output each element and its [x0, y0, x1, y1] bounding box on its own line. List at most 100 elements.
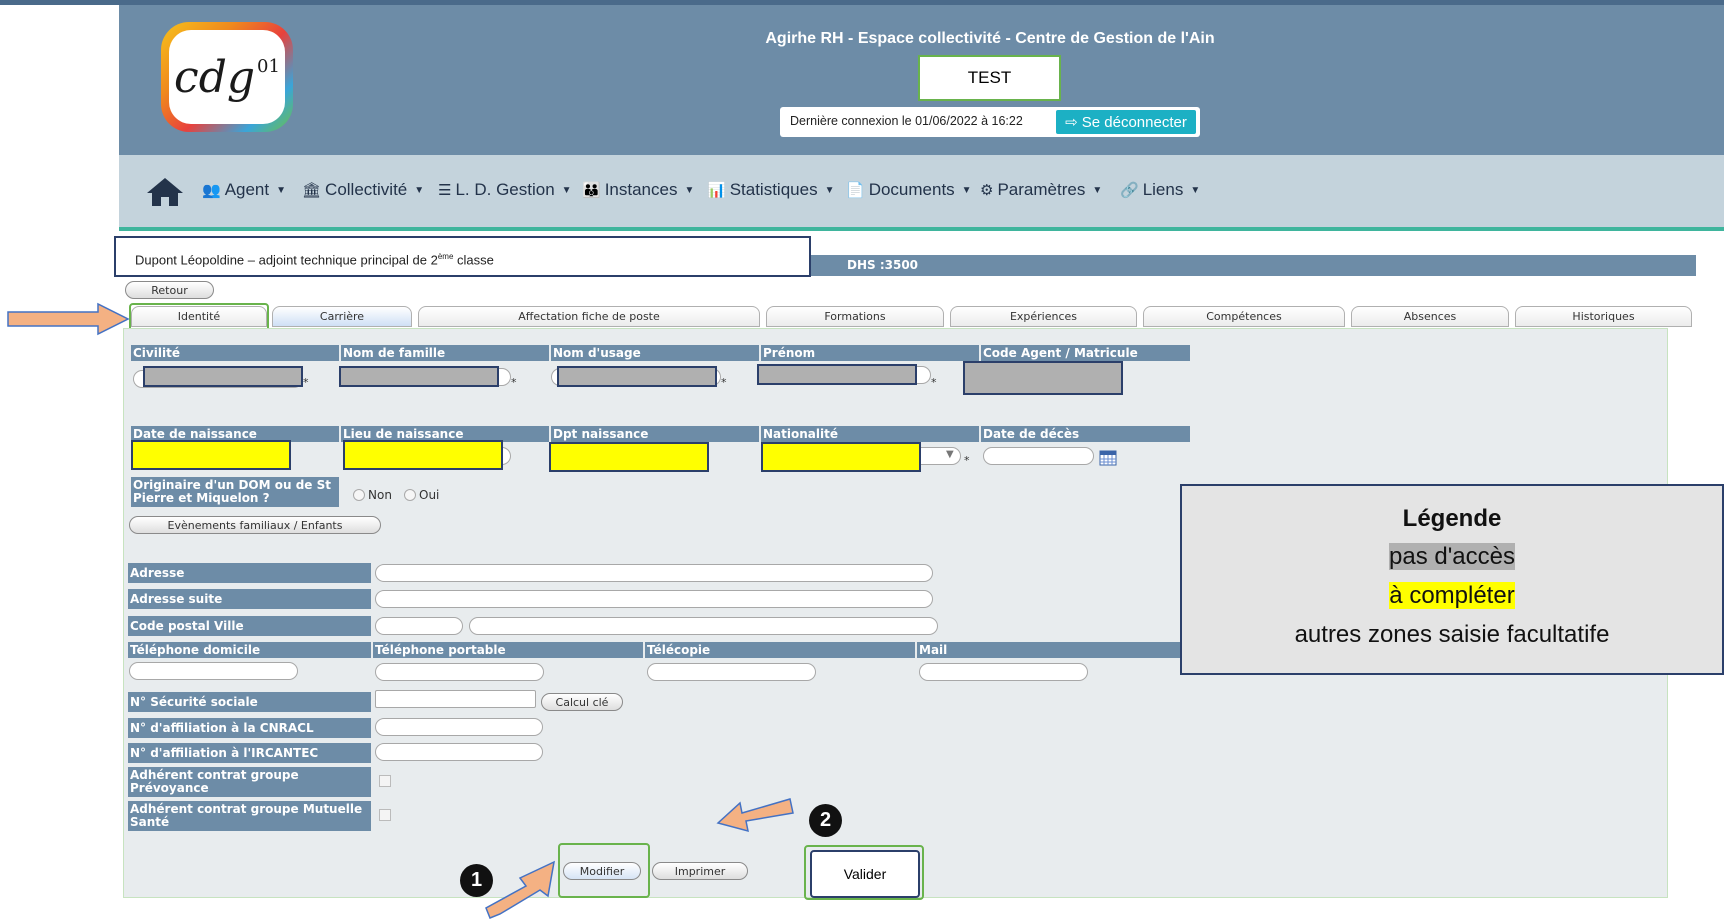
chart-icon: 📊 [707, 182, 726, 199]
modifier-button[interactable]: Modifier [563, 862, 641, 880]
ville-field[interactable] [469, 617, 938, 635]
label-nom-famille: Nom de famille [341, 345, 549, 361]
tab-affectation[interactable]: Affectation fiche de poste [418, 306, 760, 327]
required-mark: * [931, 376, 937, 389]
lieu-naissance-field[interactable] [343, 440, 503, 470]
legend-to-complete: à compléter [1389, 582, 1515, 609]
label-date-deces: Date de décès [981, 426, 1190, 442]
family-events-button[interactable]: Evènements familiaux / Enfants [129, 516, 381, 534]
label-prevoyance: Adhérent contrat groupe Prévoyance [128, 767, 371, 797]
nav-statistiques[interactable]: 📊 Statistiques ▼ [707, 180, 834, 200]
legend-optional: autres zones saisie facultatife [1294, 621, 1610, 648]
prenom-no-access [757, 364, 917, 385]
back-button[interactable]: Retour [125, 281, 214, 299]
label-tel-domicile: Téléphone domicile [128, 642, 371, 658]
nav-parametres[interactable]: ⚙ Paramètres ▼ [980, 180, 1102, 200]
label-adresse: Adresse [128, 563, 371, 583]
tab-historiques[interactable]: Historiques [1515, 306, 1692, 327]
arrow-right-icon [7, 302, 130, 336]
chevron-down-icon: ▼ [1092, 184, 1103, 196]
mutuelle-checkbox[interactable] [379, 809, 391, 821]
users-icon: 👥 [202, 182, 221, 199]
tab-experiences[interactable]: Expériences [950, 306, 1137, 327]
required-mark: * [303, 376, 309, 389]
cnracl-field[interactable] [375, 718, 543, 736]
imprimer-button[interactable]: Imprimer [652, 862, 748, 880]
label-nationalite: Nationalité [761, 426, 979, 442]
nav-documents[interactable]: 📄 Documents ▼ [846, 180, 972, 200]
chevron-down-icon: ▼ [684, 184, 695, 196]
label-cp-ville: Code postal Ville [128, 616, 371, 636]
list-icon: ☰ [438, 182, 452, 199]
tab-carriere[interactable]: Carrière [272, 306, 412, 327]
prevoyance-checkbox[interactable] [379, 775, 391, 787]
tel-domicile-field[interactable] [129, 662, 298, 680]
label-mutuelle: Adhérent contrat groupe Mutuelle Santé [128, 801, 371, 831]
label-code-agent: Code Agent / Matricule [981, 345, 1190, 361]
telecopie-field[interactable] [647, 663, 816, 681]
logout-button[interactable]: ⇨ Se déconnecter [1056, 110, 1196, 134]
tel-portable-field[interactable] [375, 663, 544, 681]
secu-field[interactable] [375, 690, 536, 708]
chevron-down-icon: ▼ [414, 184, 425, 196]
tab-absences[interactable]: Absences [1351, 306, 1509, 327]
chevron-down-icon[interactable]: ▼ [946, 449, 954, 460]
dpt-naissance-field[interactable] [549, 442, 709, 472]
label-civilite: Civilité [131, 345, 339, 361]
step-1-marker: 1 [460, 864, 493, 897]
arrow-pointer-icon [485, 860, 555, 919]
calcul-cle-button[interactable]: Calcul clé [541, 693, 623, 711]
nav-collectivite[interactable]: 🏛 Collectivité ▼ [302, 180, 424, 200]
home-icon[interactable] [145, 176, 185, 208]
cdg-logo[interactable]: cdg 01 [161, 22, 293, 132]
required-mark: * [721, 376, 727, 389]
label-telecopie: Télécopie [645, 642, 915, 658]
nav-agent[interactable]: 👥 Agent ▼ [202, 180, 286, 200]
valider-button[interactable]: Valider [810, 850, 920, 898]
adresse-suite-field[interactable] [375, 590, 933, 608]
dhs-bar: DHS :3500 [811, 255, 1696, 276]
adresse-field[interactable] [375, 564, 933, 582]
label-dom-question: Originaire d'un DOM ou de St Pierre et M… [131, 477, 339, 507]
civilite-no-access [143, 366, 303, 387]
date-naissance-field[interactable] [131, 440, 291, 470]
gears-icon: ⚙ [980, 182, 994, 199]
step-2-marker: 2 [809, 804, 842, 837]
radio-non[interactable]: Non [353, 488, 392, 502]
meeting-icon: 👪 [582, 182, 601, 199]
agent-title: Dupont Léopoldine – adjoint technique pr… [114, 236, 811, 277]
connection-info: Dernière connexion le 01/06/2022 à 16:22… [780, 107, 1200, 137]
link-icon: 🔗 [1120, 182, 1139, 199]
app-title: Agirhe RH - Espace collectivité - Centre… [765, 30, 1215, 47]
arrow-pointer-icon [716, 798, 794, 833]
chevron-down-icon: ▼ [961, 184, 972, 196]
legend-box: Légende pas d'accès à compléter autres z… [1180, 484, 1724, 675]
legend-title: Légende [1402, 505, 1502, 532]
label-cnracl: N° d'affiliation à la CNRACL [128, 718, 371, 738]
chevron-down-icon: ▼ [1190, 184, 1201, 196]
label-tel-portable: Téléphone portable [373, 642, 643, 658]
chevron-down-icon: ▼ [276, 184, 287, 196]
calendar-icon[interactable] [1099, 450, 1117, 466]
code-postal-field[interactable] [375, 617, 463, 635]
label-mail: Mail [917, 642, 1180, 658]
tab-competences[interactable]: Compétences [1143, 306, 1345, 327]
nav-liens[interactable]: 🔗 Liens ▼ [1120, 180, 1200, 200]
radio-oui[interactable]: Oui [404, 488, 439, 502]
date-deces-field[interactable] [983, 447, 1094, 465]
nom-famille-no-access [339, 366, 499, 387]
chevron-down-icon: ▼ [824, 184, 835, 196]
ircantec-field[interactable] [375, 743, 543, 761]
nationalite-field[interactable] [761, 442, 921, 472]
radio-circle [404, 489, 416, 501]
tab-formations[interactable]: Formations [766, 306, 944, 327]
logout-icon: ⇨ [1065, 114, 1078, 131]
nav-ld-gestion[interactable]: ☰ L. D. Gestion ▼ [438, 180, 572, 200]
document-icon: 📄 [846, 182, 865, 199]
label-dpt-naissance: Dpt naissance [551, 426, 759, 442]
nav-instances[interactable]: 👪 Instances ▼ [582, 180, 694, 200]
mail-field[interactable] [919, 663, 1088, 681]
bank-icon: 🏛 [302, 182, 322, 199]
label-prenom: Prénom [761, 345, 979, 361]
label-ircantec: N° d'affiliation à l'IRCANTEC [128, 743, 371, 763]
